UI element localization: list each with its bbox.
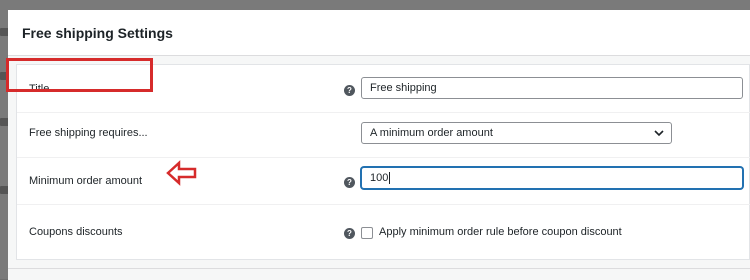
requires-row: Free shipping requires... A minimum orde… [17, 112, 750, 158]
min-amount-label: Minimum order amount [29, 175, 143, 187]
help-icon[interactable]: ? [344, 177, 355, 188]
modal-footer [8, 268, 750, 280]
chevron-down-icon [654, 130, 664, 137]
coupon-checkbox[interactable] [361, 227, 373, 239]
min-amount-value: 100 [370, 172, 389, 184]
requires-label: Free shipping requires... [29, 127, 148, 139]
annotation-highlight-box [6, 58, 153, 92]
coupons-label: Coupons discounts [29, 226, 123, 238]
help-icon[interactable]: ? [344, 85, 355, 96]
requires-selected-value: A minimum order amount [370, 127, 493, 139]
text-cursor [389, 172, 391, 185]
requires-select[interactable]: A minimum order amount [361, 122, 672, 144]
help-icon[interactable]: ? [344, 228, 355, 239]
modal-header: Free shipping Settings [8, 10, 750, 56]
coupons-row: Coupons discounts ? Apply minimum order … [17, 204, 750, 259]
min-amount-row: Minimum order amount ? 100 [17, 157, 750, 205]
shipping-settings-modal: Free shipping Settings Title ? Free ship… [8, 10, 750, 280]
title-input[interactable]: Free shipping [361, 77, 743, 99]
min-amount-input[interactable]: 100 [361, 167, 743, 189]
left-arrow-outline-icon [166, 160, 197, 186]
settings-form: Title ? Free shipping Free shipping requ… [16, 64, 750, 260]
modal-title: Free shipping Settings [22, 24, 173, 41]
coupon-checkbox-label[interactable]: Apply minimum order rule before coupon d… [379, 226, 622, 238]
